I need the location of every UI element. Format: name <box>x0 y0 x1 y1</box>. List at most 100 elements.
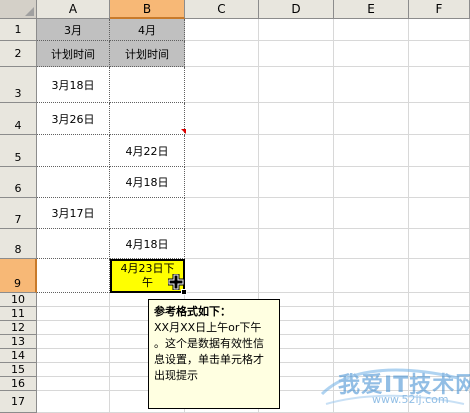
cell-e11[interactable] <box>334 307 409 321</box>
cell-e5[interactable] <box>334 135 409 167</box>
cell-e1[interactable] <box>334 19 409 41</box>
cell-e6[interactable] <box>334 167 409 198</box>
row-header-12[interactable]: 12 <box>0 321 37 335</box>
cell-b7[interactable] <box>110 198 185 229</box>
cell-f10[interactable] <box>409 293 470 307</box>
cell-e4[interactable] <box>334 103 409 135</box>
cell-a3[interactable]: 3月18日 <box>37 67 110 103</box>
cell-e3[interactable] <box>334 67 409 103</box>
row-header-16[interactable]: 16 <box>0 377 37 391</box>
row-header-14[interactable]: 14 <box>0 349 37 363</box>
cell-b6[interactable]: 4月18日 <box>110 167 185 198</box>
cell-a14[interactable] <box>37 349 110 363</box>
cell-d6[interactable] <box>259 167 334 198</box>
cell-d7[interactable] <box>259 198 334 229</box>
cell-e12[interactable] <box>334 321 409 335</box>
cell-a1[interactable]: 3月 <box>37 19 110 41</box>
cell-f5[interactable] <box>409 135 470 167</box>
cell-f2[interactable] <box>409 41 470 67</box>
cell-c9[interactable] <box>185 259 259 293</box>
column-header-d[interactable]: D <box>259 0 334 19</box>
row-header-2[interactable]: 2 <box>0 41 37 67</box>
cell-e13[interactable] <box>334 335 409 349</box>
cell-e10[interactable] <box>334 293 409 307</box>
cell-a7[interactable]: 3月17日 <box>37 198 110 229</box>
row-header-15[interactable]: 15 <box>0 363 37 377</box>
cell-a13[interactable] <box>37 335 110 349</box>
cell-d3[interactable] <box>259 67 334 103</box>
row-header-9[interactable]: 9 <box>0 259 37 293</box>
comment-indicator-icon[interactable] <box>181 129 186 134</box>
cell-d5[interactable] <box>259 135 334 167</box>
cell-a8[interactable] <box>37 229 110 259</box>
cell-c5[interactable] <box>185 135 259 167</box>
cell-f14[interactable] <box>409 349 470 363</box>
cell-f11[interactable] <box>409 307 470 321</box>
cell-c1[interactable] <box>185 19 259 41</box>
cell-d2[interactable] <box>259 41 334 67</box>
row-header-4[interactable]: 4 <box>0 103 37 135</box>
cell-a12[interactable] <box>37 321 110 335</box>
row-header-1[interactable]: 1 <box>0 19 37 41</box>
cell-a15[interactable] <box>37 363 110 377</box>
row-header-11[interactable]: 11 <box>0 307 37 321</box>
cell-d8[interactable] <box>259 229 334 259</box>
data-validation-tooltip: 参考格式如下： XX月XX日上午or下午 。这个是数据有效性信 息设置，单击单元… <box>148 299 280 409</box>
column-header-f[interactable]: F <box>409 0 470 19</box>
tooltip-line-1: XX月XX日上午or下午 <box>154 321 262 334</box>
cell-e2[interactable] <box>334 41 409 67</box>
cell-a4[interactable]: 3月26日 <box>37 103 110 135</box>
cell-c3[interactable] <box>185 67 259 103</box>
cell-a10[interactable] <box>37 293 110 307</box>
row-header-5[interactable]: 5 <box>0 135 37 167</box>
cell-f1[interactable] <box>409 19 470 41</box>
watermark-url: www.52ij.com <box>372 393 449 406</box>
cell-a2[interactable]: 计划时间 <box>37 41 110 67</box>
cell-e9[interactable] <box>334 259 409 293</box>
row-header-6[interactable]: 6 <box>0 167 37 198</box>
cell-a16[interactable] <box>37 377 110 391</box>
cell-a11[interactable] <box>37 307 110 321</box>
cell-f8[interactable] <box>409 229 470 259</box>
row-header-10[interactable]: 10 <box>0 293 37 307</box>
column-header-b[interactable]: B <box>110 0 185 19</box>
cell-a9[interactable] <box>37 259 110 293</box>
column-header-e[interactable]: E <box>334 0 409 19</box>
plus-cursor-icon <box>168 274 184 290</box>
cell-a5[interactable] <box>37 135 110 167</box>
cell-e14[interactable] <box>334 349 409 363</box>
cell-d4[interactable] <box>259 103 334 135</box>
row-header-17[interactable]: 17 <box>0 391 37 413</box>
cell-c2[interactable] <box>185 41 259 67</box>
cell-f3[interactable] <box>409 67 470 103</box>
cell-f12[interactable] <box>409 321 470 335</box>
cell-f6[interactable] <box>409 167 470 198</box>
column-header-a[interactable]: A <box>37 0 110 19</box>
row-header-3[interactable]: 3 <box>0 67 37 103</box>
cell-e8[interactable] <box>334 229 409 259</box>
cell-f13[interactable] <box>409 335 470 349</box>
cell-c6[interactable] <box>185 167 259 198</box>
row-header-13[interactable]: 13 <box>0 335 37 349</box>
cell-e7[interactable] <box>334 198 409 229</box>
cell-f9[interactable] <box>409 259 470 293</box>
column-header-c[interactable]: C <box>185 0 259 19</box>
cell-c8[interactable] <box>185 229 259 259</box>
cell-b4[interactable] <box>110 103 185 135</box>
cell-c7[interactable] <box>185 198 259 229</box>
cell-b2[interactable]: 计划时间 <box>110 41 185 67</box>
cell-b3[interactable] <box>110 67 185 103</box>
select-all-corner[interactable] <box>0 0 37 19</box>
row-header-8[interactable]: 8 <box>0 229 37 259</box>
cell-f7[interactable] <box>409 198 470 229</box>
cell-b5[interactable]: 4月22日 <box>110 135 185 167</box>
cell-a17[interactable] <box>37 391 110 413</box>
cell-b8[interactable]: 4月18日 <box>110 229 185 259</box>
row-header-7[interactable]: 7 <box>0 198 37 229</box>
cell-b1[interactable]: 4月 <box>110 19 185 41</box>
cell-d1[interactable] <box>259 19 334 41</box>
cell-d9[interactable] <box>259 259 334 293</box>
cell-c4[interactable] <box>185 103 259 135</box>
cell-f4[interactable] <box>409 103 470 135</box>
cell-a6[interactable] <box>37 167 110 198</box>
